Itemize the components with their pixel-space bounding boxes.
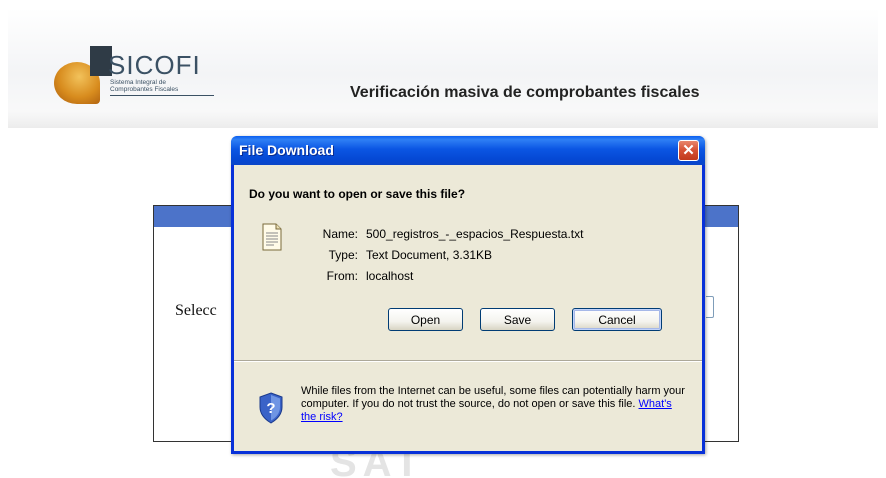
name-label: Name: bbox=[322, 227, 358, 241]
dialog-body: Do you want to open or save this file? N… bbox=[234, 165, 702, 451]
file-info: Name: 500_registros_-_espacios_Respuesta… bbox=[314, 227, 584, 283]
type-label: Type: bbox=[328, 248, 358, 262]
file-download-dialog: File Download ✕ Do you want to open or s… bbox=[231, 136, 705, 454]
dialog-question: Do you want to open or save this file? bbox=[249, 187, 466, 201]
security-warning: While files from the Internet can be use… bbox=[301, 385, 686, 424]
dialog-separator bbox=[234, 360, 702, 362]
dialog-titlebar[interactable]: File Download ✕ bbox=[231, 136, 705, 165]
open-button[interactable]: Open bbox=[388, 308, 463, 331]
type-value: Text Document, 3.31KB bbox=[366, 248, 493, 262]
logo-subtitle: Sistema Integral de Comprobantes Fiscale… bbox=[110, 79, 214, 96]
save-button[interactable]: Save bbox=[480, 308, 555, 331]
cancel-button[interactable]: Cancel bbox=[572, 308, 662, 331]
name-value: 500_registros_-_espacios_Respuesta.txt bbox=[366, 227, 584, 241]
close-icon[interactable]: ✕ bbox=[678, 140, 699, 161]
logo-subtitle-line2: Comprobantes Fiscales bbox=[110, 86, 179, 93]
shield-question-icon: ? bbox=[259, 392, 283, 424]
dialog-title: File Download bbox=[239, 142, 334, 158]
logo-text: SICOFI bbox=[108, 50, 201, 80]
page-title: Verificación masiva de comprobantes fisc… bbox=[350, 84, 700, 101]
text-file-icon bbox=[262, 223, 282, 251]
background-panel-label: Selecc bbox=[175, 302, 217, 319]
svg-text:?: ? bbox=[266, 400, 275, 417]
from-value: localhost bbox=[366, 269, 414, 283]
background-file-input[interactable] bbox=[706, 296, 714, 318]
from-label: From: bbox=[326, 269, 358, 283]
dialog-buttons: Open Save Cancel bbox=[388, 308, 662, 331]
logo-subtitle-line1: Sistema Integral de bbox=[110, 79, 167, 86]
warning-text: While files from the Internet can be use… bbox=[301, 385, 685, 410]
page-header: SICOFI Sistema Integral de Comprobantes … bbox=[8, 8, 878, 128]
sicofi-logo: SICOFI Sistema Integral de Comprobantes … bbox=[50, 46, 220, 108]
